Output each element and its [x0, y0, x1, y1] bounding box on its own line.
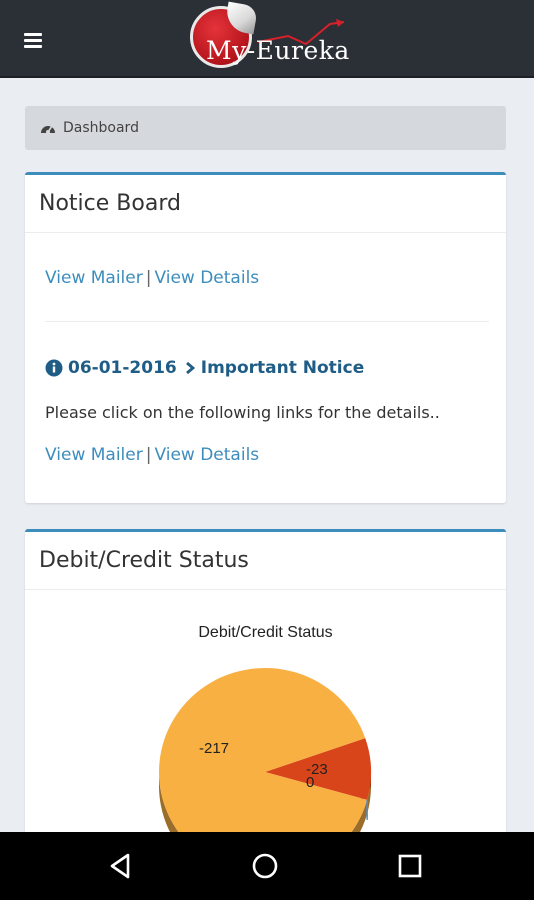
chart-title: Debit/Credit Status: [198, 624, 333, 641]
info-circle-icon: [45, 359, 63, 377]
app-logo[interactable]: My-Eureka: [188, 1, 350, 74]
link-separator: |: [145, 445, 152, 465]
pie-label-debit: -217: [199, 740, 230, 757]
logo-text: My-Eureka: [206, 36, 350, 65]
pie-label-zero: 0: [306, 774, 315, 791]
link-separator: |: [145, 268, 152, 288]
notice-links-top: View Mailer | View Details: [45, 268, 489, 288]
view-details-link[interactable]: View Details: [154, 445, 259, 465]
breadcrumb: Dashboard: [25, 106, 506, 150]
dashboard-icon: [41, 125, 55, 134]
notice-board-title: Notice Board: [25, 175, 506, 233]
notice-text: Please click on the following links for …: [45, 403, 440, 422]
recents-icon[interactable]: [394, 850, 426, 882]
notice-board-panel: Notice Board View Mailer | View Details 06…: [25, 172, 506, 503]
notice-heading[interactable]: 06-01-2016 Important Notice: [45, 358, 489, 378]
pie-chart: [159, 668, 371, 835]
notice-date: 06-01-2016: [68, 358, 177, 378]
home-icon[interactable]: [249, 850, 281, 882]
debit-credit-panel: Debit/Credit Status Debit/Credit Status …: [25, 529, 506, 835]
back-icon[interactable]: [104, 850, 136, 882]
view-details-link[interactable]: View Details: [154, 268, 259, 288]
system-nav-bar: [0, 832, 534, 900]
notice-divider: [45, 321, 489, 322]
debit-credit-title: Debit/Credit Status: [25, 532, 506, 590]
view-mailer-link[interactable]: View Mailer: [45, 268, 143, 288]
breadcrumb-label[interactable]: Dashboard: [63, 120, 139, 136]
menu-icon[interactable]: [24, 33, 42, 48]
view-mailer-link[interactable]: View Mailer: [45, 445, 143, 465]
notice-links: View Mailer | View Details: [45, 445, 489, 465]
notice-title: Important Notice: [200, 358, 365, 378]
top-app-bar: My-Eureka: [0, 0, 534, 78]
chevron-right-icon: [185, 361, 195, 375]
